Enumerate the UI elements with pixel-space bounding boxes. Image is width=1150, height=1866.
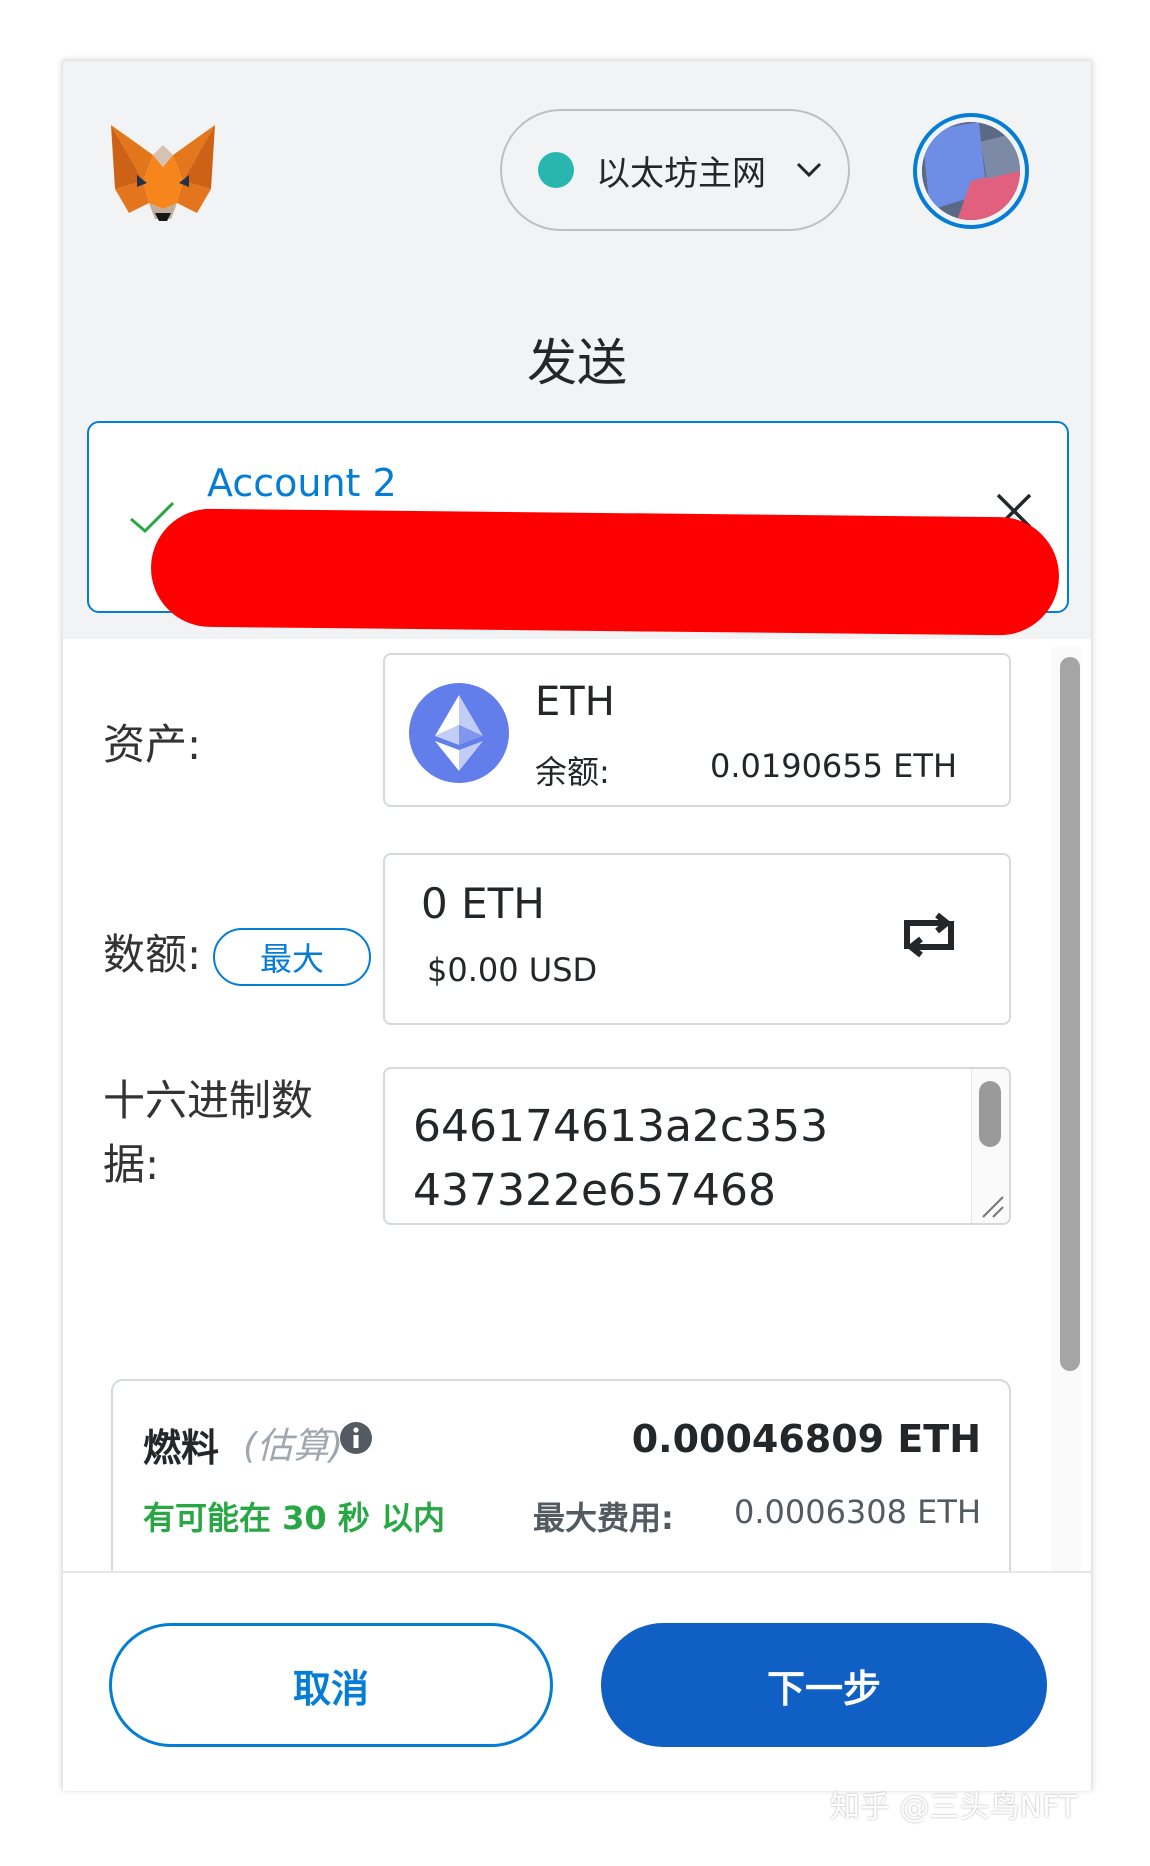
page-title: 发送 bbox=[527, 334, 627, 392]
hex-data-label-line2: 据: bbox=[103, 1140, 160, 1189]
gas-amount: 0.00046809 ETH bbox=[631, 1417, 981, 1461]
amount-usd-value: $0.00 USD bbox=[427, 951, 598, 989]
footer-actions: 取消 下一步 bbox=[63, 1571, 1091, 1791]
balance-label: 余额: bbox=[535, 753, 610, 791]
avatar-identicon bbox=[922, 122, 1020, 220]
max-fee-label: 最大费用: bbox=[533, 1499, 674, 1537]
gas-estimate-label: (估算) bbox=[243, 1426, 344, 1467]
network-selector[interactable]: 以太坊主网 bbox=[500, 109, 850, 231]
metamask-fox-logo-icon[interactable] bbox=[107, 123, 219, 223]
gas-title: 燃料 bbox=[143, 1426, 220, 1470]
asset-selector[interactable]: ETH 余额: 0.0190655 ETH bbox=[383, 653, 1011, 807]
hex-data-value: 646174613a2c353437322e657468 bbox=[413, 1101, 829, 1216]
cancel-button[interactable]: 取消 bbox=[109, 1623, 553, 1747]
address-redaction-mark bbox=[150, 508, 1060, 636]
form-scrollbar-thumb[interactable] bbox=[1060, 657, 1080, 1371]
amount-label: 数额: bbox=[103, 930, 202, 979]
max-amount-button[interactable]: 最大 bbox=[213, 928, 371, 986]
watermark-text: 知乎 @三头鸟NFT bbox=[830, 1790, 1078, 1825]
amount-value: 0 ETH bbox=[421, 879, 545, 928]
recipient-account-name: Account 2 bbox=[207, 461, 397, 505]
hex-data-label-line1: 十六进制数 bbox=[103, 1076, 314, 1125]
asset-name: ETH bbox=[535, 679, 615, 725]
amount-input[interactable]: 0 ETH $0.00 USD bbox=[383, 853, 1011, 1025]
resize-handle-icon[interactable] bbox=[979, 1193, 1005, 1219]
info-icon[interactable] bbox=[339, 1421, 373, 1455]
next-button[interactable]: 下一步 bbox=[601, 1623, 1047, 1747]
metamask-window: 以太坊主网 发送 Account 2 资产: ETH 余额: 0.0190655… bbox=[62, 60, 1092, 1791]
ethereum-icon bbox=[409, 683, 509, 783]
max-fee-value: 0.0006308 ETH bbox=[733, 1493, 981, 1531]
hex-data-label: 十六进制数 据: bbox=[103, 1069, 343, 1197]
account-avatar[interactable] bbox=[913, 113, 1029, 229]
send-form: 资产: ETH 余额: 0.0190655 ETH 数额: 最大 0 ETH $… bbox=[63, 639, 1091, 1571]
network-label: 以太坊主网 bbox=[596, 153, 766, 194]
hex-scrollbar-thumb[interactable] bbox=[979, 1081, 1001, 1147]
balance-value: 0.0190655 ETH bbox=[709, 747, 957, 785]
gas-fee-card[interactable]: 燃料 (估算) 0.00046809 ETH 有可能在 30 秒 以内 最大费用… bbox=[111, 1379, 1011, 1571]
chevron-down-icon bbox=[796, 162, 822, 178]
hex-data-textarea[interactable]: 646174613a2c353437322e657468 bbox=[383, 1067, 1011, 1225]
swap-currency-icon[interactable] bbox=[897, 911, 961, 959]
asset-label: 资产: bbox=[103, 720, 202, 769]
network-status-dot bbox=[538, 152, 574, 188]
gas-time-estimate: 有可能在 30 秒 以内 bbox=[143, 1499, 445, 1537]
